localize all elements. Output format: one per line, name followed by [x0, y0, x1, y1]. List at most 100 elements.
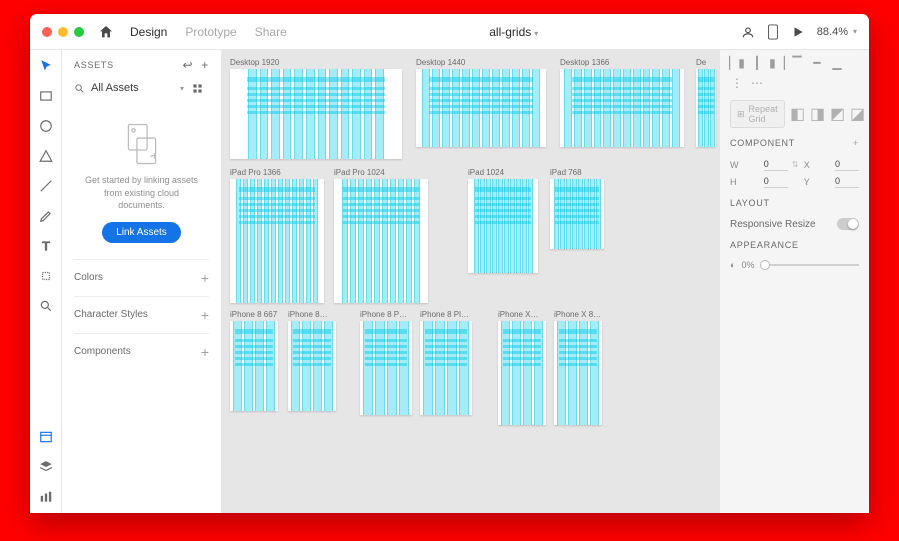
assets-empty-state: Get started by linking assets from exist… — [74, 94, 209, 259]
polygon-tool[interactable] — [38, 148, 54, 164]
pen-tool[interactable] — [38, 208, 54, 224]
empty-line1: Get started by linking assets — [80, 174, 203, 187]
line-tool[interactable] — [38, 178, 54, 194]
canvas[interactable]: Desktop 1920 Desktop 1440 Desktop 1366 De iP… — [222, 50, 719, 513]
plus-icon[interactable]: + — [201, 307, 209, 323]
align-center-h-icon[interactable]: ┃ — [750, 56, 764, 70]
artboard-label[interactable]: Desktop 1366 — [560, 58, 684, 67]
cloud-profile-icon[interactable] — [741, 25, 755, 39]
window-controls — [42, 27, 84, 37]
play-icon[interactable] — [791, 25, 805, 39]
artboard-label[interactable]: Desktop 1920 — [230, 58, 402, 67]
plus-icon[interactable]: + — [201, 270, 209, 286]
artboard-label[interactable]: De — [696, 58, 716, 67]
close-window[interactable] — [42, 27, 52, 37]
grid-view-icon[interactable] — [192, 83, 203, 94]
align-left-icon[interactable]: ▏▮ — [730, 56, 744, 70]
distribute-h-icon[interactable]: ⋮ — [730, 76, 744, 90]
lock-icon[interactable]: ⇅ — [792, 160, 800, 169]
artboard[interactable]: iPhone X 812 — [554, 310, 602, 425]
pathfinder-intersect-icon[interactable]: ◩ — [831, 107, 845, 121]
document-title[interactable]: all-grids▾ — [287, 25, 741, 39]
artboard[interactable]: iPhone 8 P… — [360, 310, 412, 415]
artboard-label[interactable]: iPad 768 — [550, 168, 604, 177]
artboard-tool[interactable] — [38, 268, 54, 284]
link-assets-button[interactable]: Link Assets — [102, 222, 181, 243]
character-styles-section[interactable]: Character Styles+ — [74, 296, 209, 333]
align-middle-icon[interactable]: ━ — [810, 56, 824, 70]
align-bottom-icon[interactable]: ▁ — [830, 56, 844, 70]
artboard[interactable]: Desktop 1920 — [230, 58, 402, 159]
distribute-v-icon[interactable]: ⋯ — [750, 76, 764, 90]
linked-docs-icon — [125, 122, 159, 166]
chevron-down-icon[interactable]: ▾ — [180, 84, 184, 93]
artboard-label[interactable]: Desktop 1440 — [416, 58, 546, 67]
opacity-value[interactable]: 0% — [741, 260, 754, 270]
artboard[interactable]: iPad Pro 1024 — [334, 168, 428, 303]
assets-filter[interactable]: All Assets — [91, 82, 180, 94]
responsive-resize-label: Responsive Resize — [730, 219, 816, 230]
appearance-heading: APPEARANCE — [730, 240, 799, 250]
rectangle-tool[interactable] — [38, 88, 54, 104]
app-window: Design Prototype Share all-grids▾ 88.4%▾ — [30, 14, 869, 513]
plugins-panel-toggle[interactable] — [38, 489, 54, 505]
back-icon[interactable]: ↩ — [182, 58, 193, 72]
mode-tabs: Design Prototype Share — [130, 25, 287, 39]
artboard-label[interactable]: iPad Pro 1024 — [334, 168, 428, 177]
add-asset-icon[interactable]: + — [201, 58, 209, 72]
layers-panel-toggle[interactable] — [38, 459, 54, 475]
artboard-label[interactable]: iPhone X… — [498, 310, 546, 319]
align-right-icon[interactable]: ▮▕ — [770, 56, 784, 70]
height-input[interactable] — [764, 175, 788, 188]
artboard[interactable]: Desktop 1440 — [416, 58, 546, 147]
select-tool[interactable] — [38, 58, 54, 74]
home-icon[interactable] — [98, 24, 114, 40]
titlebar-right-tools: 88.4%▾ — [741, 24, 857, 40]
artboard[interactable]: iPad 1024 — [468, 168, 538, 273]
artboard[interactable]: iPhone 8… — [288, 310, 336, 411]
assets-panel-toggle[interactable] — [38, 429, 54, 445]
artboard-label[interactable]: iPhone 8 667 — [230, 310, 278, 319]
components-section[interactable]: Components+ — [74, 333, 209, 370]
artboard-label[interactable]: iPhone X 812 — [554, 310, 602, 319]
x-input[interactable] — [835, 158, 859, 171]
artboard[interactable]: iPhone X… — [498, 310, 546, 425]
artboard-label[interactable]: iPad Pro 1366 — [230, 168, 324, 177]
width-input[interactable] — [764, 158, 788, 171]
search-icon[interactable] — [74, 83, 85, 94]
artboard-label[interactable]: iPhone 8… — [288, 310, 336, 319]
zoom-control[interactable]: 88.4%▾ — [817, 26, 857, 38]
opacity-slider[interactable] — [760, 264, 859, 266]
plus-icon[interactable]: + — [853, 138, 859, 148]
zoom-tool[interactable] — [38, 298, 54, 314]
x-label: X — [804, 160, 831, 170]
artboard-label[interactable]: iPhone 8 P… — [360, 310, 412, 319]
artboard-label[interactable]: iPhone 8 Plus 736 — [420, 310, 472, 319]
artboard[interactable]: De — [696, 58, 716, 147]
opacity-icon: ◐ — [730, 260, 735, 270]
artboard[interactable]: iPad 768 — [550, 168, 604, 249]
artboard[interactable]: Desktop 1366 — [560, 58, 684, 147]
artboard[interactable]: iPad Pro 1366 — [230, 168, 324, 303]
assets-panel: ASSETS ↩ + All Assets ▾ — [62, 50, 222, 513]
artboard[interactable]: iPhone 8 667 — [230, 310, 278, 411]
pathfinder-subtract-icon[interactable]: ◨ — [811, 107, 825, 121]
mobile-preview-icon[interactable] — [767, 24, 779, 40]
pathfinder-exclude-icon[interactable]: ◪ — [851, 107, 865, 121]
artboard[interactable]: iPhone 8 Plus 736 — [420, 310, 472, 415]
responsive-resize-toggle[interactable] — [837, 218, 859, 230]
minimize-window[interactable] — [58, 27, 68, 37]
tab-prototype[interactable]: Prototype — [185, 25, 236, 39]
tab-design[interactable]: Design — [130, 25, 167, 39]
tab-share[interactable]: Share — [255, 25, 287, 39]
maximize-window[interactable] — [74, 27, 84, 37]
artboard-label[interactable]: iPad 1024 — [468, 168, 538, 177]
text-tool[interactable] — [38, 238, 54, 254]
ellipse-tool[interactable] — [38, 118, 54, 134]
repeat-grid-button[interactable]: ⊞Repeat Grid — [730, 100, 785, 128]
colors-section[interactable]: Colors+ — [74, 259, 209, 296]
y-input[interactable] — [835, 175, 859, 188]
plus-icon[interactable]: + — [201, 344, 209, 360]
pathfinder-add-icon[interactable]: ◧ — [791, 107, 805, 121]
align-top-icon[interactable]: ▔ — [790, 56, 804, 70]
